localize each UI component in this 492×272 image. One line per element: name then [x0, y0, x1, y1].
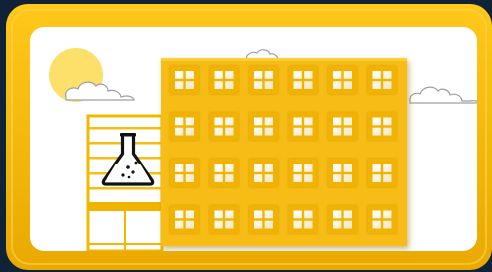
lab-building-illustration — [0, 0, 492, 272]
building-window — [288, 112, 318, 141]
building-window — [209, 205, 239, 234]
building-window — [328, 205, 357, 234]
building-window — [209, 159, 239, 187]
building-window — [328, 112, 357, 141]
building-window — [209, 112, 239, 141]
building-window — [288, 205, 318, 234]
building-window — [170, 205, 199, 234]
building-window — [367, 205, 397, 234]
building-window — [249, 112, 278, 141]
building-window — [170, 112, 199, 141]
building-window — [170, 159, 199, 187]
side-wing-ledge — [88, 202, 162, 211]
building-window — [249, 205, 278, 234]
building-window — [170, 66, 199, 94]
building-window — [328, 159, 357, 187]
building-window — [367, 66, 397, 94]
building-window — [288, 66, 318, 94]
illustration-canvas — [0, 0, 492, 272]
building-window — [367, 159, 397, 187]
building-window — [209, 66, 239, 94]
building-window — [367, 112, 397, 141]
building-window — [249, 66, 278, 94]
building-window — [288, 159, 318, 187]
building-window — [328, 66, 357, 94]
side-wing-stripe — [89, 127, 161, 130]
building-window — [249, 159, 278, 187]
side-wing-stripe — [89, 187, 161, 190]
main-building-top-edge — [161, 58, 407, 61]
